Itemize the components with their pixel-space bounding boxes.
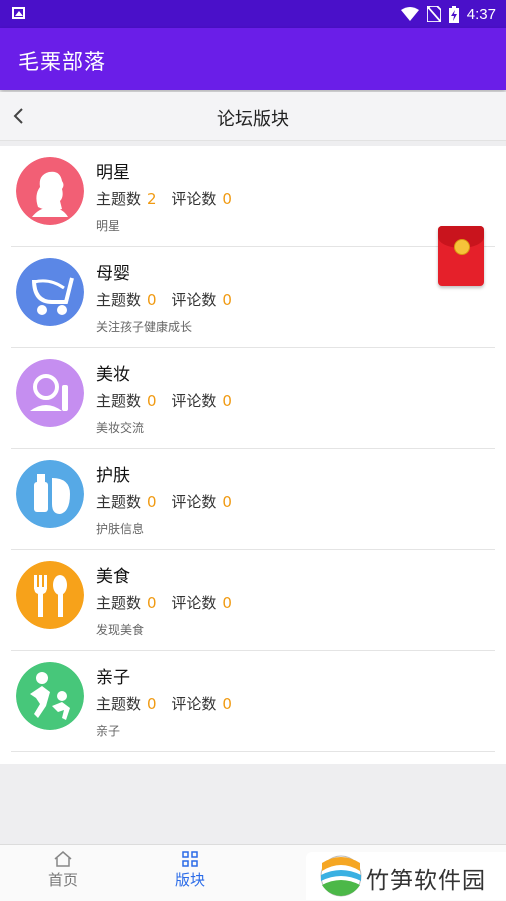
topics-count: 2: [147, 190, 157, 208]
forum-name: 亲子: [96, 668, 130, 688]
comments-label: 评论数: [171, 493, 217, 511]
forum-row-baby[interactable]: 母婴 主题数 0 评论数 0 关注孩子健康成长: [11, 247, 495, 348]
comments-label: 评论数: [171, 392, 217, 410]
grid-icon: [182, 851, 198, 867]
comments-label: 评论数: [171, 594, 217, 612]
topics-label: 主题数: [96, 392, 142, 410]
comments-count: 0: [222, 493, 232, 511]
tab-home-label: 首页: [47, 871, 78, 889]
topics-count: 0: [147, 493, 157, 511]
watermark: 竹笋软件园: [306, 852, 506, 900]
no-sim-icon: [426, 6, 441, 22]
topics-label: 主题数: [96, 493, 142, 511]
status-time: 4:37: [466, 5, 496, 23]
comments-count: 0: [222, 291, 232, 309]
red-packet-button[interactable]: [438, 226, 484, 286]
coin-icon: [454, 239, 470, 255]
page-title: 论坛版块: [217, 109, 289, 130]
app-bar: 毛栗部落: [0, 28, 506, 90]
tab-home[interactable]: 首页: [28, 851, 98, 890]
forum-row-makeup[interactable]: 美妆 主题数 0 评论数 0 美妆交流: [11, 348, 495, 449]
topics-count: 0: [147, 291, 157, 309]
home-icon: [54, 851, 72, 867]
status-bar: 4:37: [0, 0, 506, 28]
forum-desc: 护肤信息: [96, 522, 145, 536]
forum-row-skincare[interactable]: 护肤 主题数 0 评论数 0 护肤信息: [11, 449, 495, 550]
parent-child-icon: [16, 662, 84, 730]
wifi-icon: [400, 7, 419, 21]
celebrity-icon: [16, 157, 84, 225]
forum-name: 明星: [96, 163, 130, 183]
battery-charging-icon: [448, 5, 459, 23]
app-title: 毛栗部落: [18, 50, 106, 74]
topics-label: 主题数: [96, 695, 142, 713]
comments-count: 0: [222, 392, 232, 410]
forum-name: 美食: [96, 567, 130, 587]
topics-label: 主题数: [96, 291, 142, 309]
skincare-icon: [16, 460, 84, 528]
forum-desc: 关注孩子健康成长: [96, 320, 193, 334]
comments-count: 0: [222, 594, 232, 612]
forum-desc: 亲子: [96, 724, 121, 738]
forum-name: 美妆: [96, 365, 130, 385]
forum-row-celebrity[interactable]: 明星 主题数 2 评论数 0 明星: [11, 146, 495, 247]
topics-count: 0: [147, 695, 157, 713]
comments-label: 评论数: [171, 190, 217, 208]
forum-stats: 主题数 0 评论数 0: [96, 491, 242, 512]
tab-forums-label: 版块: [174, 871, 205, 889]
comments-label: 评论数: [171, 291, 217, 309]
forum-row-parenting[interactable]: 亲子 主题数 0 评论数 0 亲子: [11, 651, 495, 752]
fork-spoon-icon: [16, 561, 84, 629]
forum-stats: 主题数 0 评论数 0: [96, 592, 242, 613]
topics-count: 0: [147, 594, 157, 612]
topics-label: 主题数: [96, 594, 142, 612]
forum-desc: 发现美食: [96, 623, 145, 637]
watermark-text: 竹笋软件园: [366, 868, 486, 894]
makeup-mirror-icon: [16, 359, 84, 427]
forum-stats: 主题数 0 评论数 0: [96, 289, 242, 310]
forum-desc: 明星: [96, 219, 121, 233]
forum-list: 明星 主题数 2 评论数 0 明星 母婴 主题数 0 评论数 0 关注孩子健康成长: [0, 146, 506, 764]
tab-forums[interactable]: 版块: [155, 851, 225, 890]
comments-count: 0: [222, 190, 232, 208]
forum-stats: 主题数 0 评论数 0: [96, 693, 242, 714]
forum-name: 护肤: [96, 466, 130, 486]
comments-label: 评论数: [171, 695, 217, 713]
comments-count: 0: [222, 695, 232, 713]
forum-name: 母婴: [96, 264, 130, 284]
watermark-logo-icon: [320, 855, 362, 897]
forum-stats: 主题数 2 评论数 0: [96, 188, 242, 209]
topics-label: 主题数: [96, 190, 142, 208]
baby-stroller-icon: [16, 258, 84, 326]
forum-stats: 主题数 0 评论数 0: [96, 390, 242, 411]
page-header: 论坛版块: [0, 92, 506, 141]
gallery-notification-icon: [12, 7, 25, 19]
forum-desc: 美妆交流: [96, 421, 145, 435]
topics-count: 0: [147, 392, 157, 410]
forum-row-food[interactable]: 美食 主题数 0 评论数 0 发现美食: [11, 550, 495, 651]
